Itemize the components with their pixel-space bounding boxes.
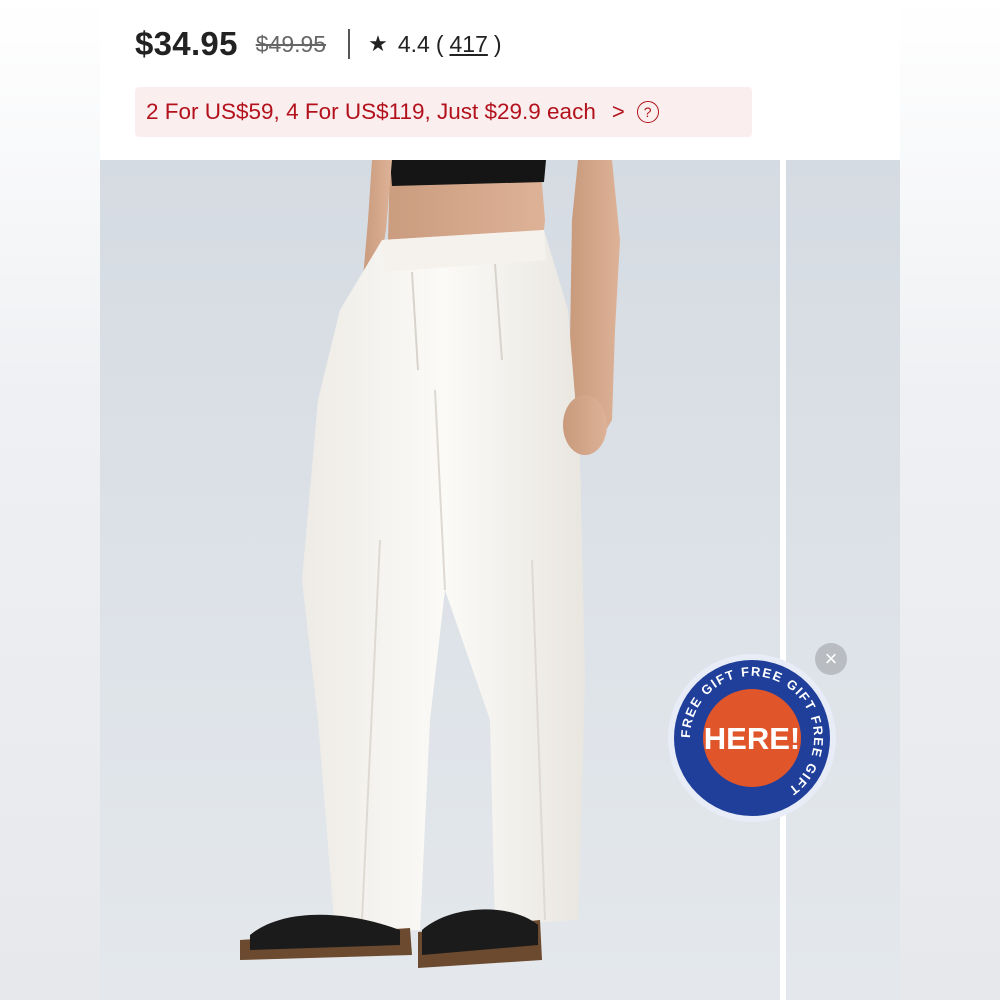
promo-text: 2 For US$59, 4 For US$119, Just $29.9 ea… <box>146 99 596 124</box>
free-gift-badge[interactable]: FREE GIFT FREE GIFT FREE GIFT HERE! <box>667 653 837 823</box>
product-photo-illustration <box>240 160 620 968</box>
help-circle-icon[interactable]: ? <box>636 101 659 123</box>
promo-banner[interactable]: 2 For US$59, 4 For US$119, Just $29.9 ea… <box>135 87 752 137</box>
page-background-left <box>0 0 100 1000</box>
badge-center-text: HERE! <box>704 721 800 756</box>
chevron-right-icon: > <box>611 99 625 124</box>
paren-open: ( <box>435 30 444 57</box>
divider <box>348 29 351 59</box>
product-image[interactable] <box>100 160 780 1000</box>
product-card: $34.95 $49.95 ★ 4.4 ( 417 ) 2 For US$59,… <box>100 0 900 1000</box>
review-count-link[interactable]: 417 <box>449 31 487 58</box>
page-background-right <box>900 0 1000 1000</box>
paren-close: ) <box>493 30 502 57</box>
current-price: $34.95 <box>135 25 238 62</box>
next-product-image[interactable] <box>786 160 900 1000</box>
star-icon: ★ <box>368 31 388 56</box>
original-price: $49.95 <box>255 30 327 57</box>
price-row: $34.95 $49.95 ★ 4.4 ( 417 ) <box>135 22 508 66</box>
close-icon[interactable]: × <box>815 643 847 675</box>
rating-value: 4.4 <box>397 30 430 57</box>
